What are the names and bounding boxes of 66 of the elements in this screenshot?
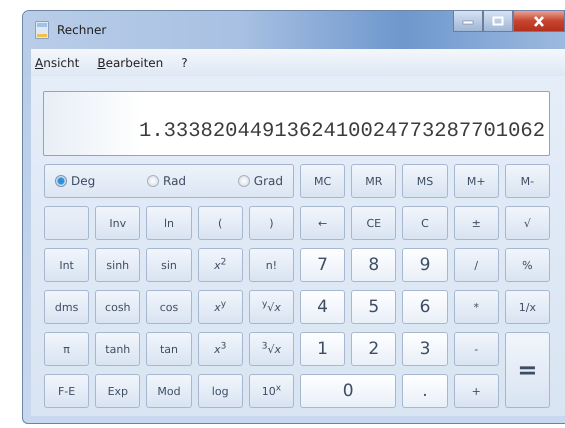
angle-radio[interactable]: Grad	[238, 174, 283, 188]
calculator-key[interactable]: 3	[402, 332, 448, 366]
minimize-button[interactable]	[453, 11, 483, 32]
calculator-key[interactable]: n!	[248, 248, 294, 282]
calculator-key[interactable]: $^{3}$√x	[248, 332, 294, 366]
calculator-key[interactable]: 0	[300, 374, 396, 408]
calculator-key[interactable]: %	[504, 248, 550, 282]
calculator-key[interactable]: Int	[44, 248, 90, 282]
calculator-key[interactable]: 10$^{x}$	[248, 374, 294, 408]
calculator-key[interactable]: $^{y}$√x	[248, 290, 294, 324]
calculator-key[interactable]: Mod	[146, 374, 192, 408]
calculator-key[interactable]: cosh	[95, 290, 140, 324]
menu-item[interactable]: Bearbeiten	[97, 56, 164, 70]
calculator-key[interactable]: (	[198, 206, 243, 240]
calculator-key[interactable]: ln	[146, 206, 192, 240]
calculator-key[interactable]: sin	[146, 248, 192, 282]
calculator-key[interactable]: 1/x	[504, 290, 550, 324]
calculator-key[interactable]: log	[198, 374, 243, 408]
calculator-key[interactable]: Inv	[95, 206, 140, 240]
calculator-key[interactable]: x$^{2}$	[198, 248, 243, 282]
menu-item[interactable]: Ansicht	[35, 56, 80, 70]
calculator-key[interactable]: sinh	[95, 248, 140, 282]
calculator-key[interactable]: dms	[44, 290, 90, 324]
close-icon	[533, 16, 545, 26]
calculator-key[interactable]: Exp	[95, 374, 140, 408]
close-button[interactable]	[513, 11, 565, 32]
window-title: Rechner	[57, 23, 106, 37]
calculator-icon	[35, 21, 49, 39]
calculator-key[interactable]: C	[402, 206, 448, 240]
calculator-key[interactable]: ±	[454, 206, 499, 240]
calculator-key[interactable]: -	[454, 332, 499, 366]
calculator-key[interactable]: x$^{y}$	[198, 290, 243, 324]
calculator-key[interactable]: *	[454, 290, 499, 324]
calculator-key[interactable]: =	[504, 332, 550, 408]
calculator-key[interactable]: tanh	[95, 332, 140, 366]
calculator-key[interactable]: 1	[300, 332, 346, 366]
calculator-key[interactable]: MS	[402, 164, 448, 198]
calculator-key[interactable]: F-E	[44, 374, 90, 408]
calculator-key[interactable]: M+	[454, 164, 499, 198]
calculator-key[interactable]: )	[248, 206, 294, 240]
calculator-key[interactable]: MC	[300, 164, 346, 198]
calculator-key[interactable]: 5	[351, 290, 396, 324]
calculator-key[interactable]: ←	[300, 206, 346, 240]
calculator-key[interactable]: √	[504, 206, 550, 240]
angle-radio[interactable]: Rad	[147, 174, 186, 188]
menu-item[interactable]: ?	[181, 56, 188, 70]
calculator-key[interactable]: CE	[351, 206, 396, 240]
calculator-key[interactable]: x$^{3}$	[198, 332, 243, 366]
calculator-key[interactable]: .	[402, 374, 448, 408]
calculator-key[interactable]: 8	[351, 248, 396, 282]
calculator-key[interactable]: +	[454, 374, 499, 408]
maximize-icon	[492, 16, 504, 26]
calculator-key[interactable]: π	[44, 332, 90, 366]
calculator-key[interactable]: tan	[146, 332, 192, 366]
calculator-key[interactable]: MR	[351, 164, 396, 198]
calculator-key[interactable]: M-	[504, 164, 550, 198]
calculator-key[interactable]: cos	[146, 290, 192, 324]
calculator-key[interactable]: 2	[351, 332, 396, 366]
calculator-key[interactable]: /	[454, 248, 499, 282]
calculator-key[interactable]: 4	[300, 290, 346, 324]
calculator-key[interactable]: 7	[300, 248, 346, 282]
angle-radio[interactable]: Deg	[55, 174, 96, 188]
display-value: 1.3338204491362410024773287701062	[139, 120, 545, 143]
maximize-button[interactable]	[483, 11, 513, 32]
calculator-key[interactable]: 9	[402, 248, 448, 282]
calculator-key[interactable]: 6	[402, 290, 448, 324]
